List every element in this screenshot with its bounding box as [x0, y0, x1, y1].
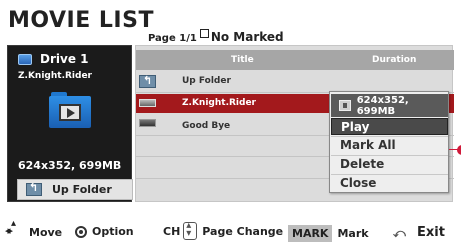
footer-option: Option — [75, 225, 134, 238]
drive-label: Drive 1 — [18, 52, 88, 66]
menu-item-mark-all[interactable]: Mark All — [331, 137, 448, 154]
pointer-dot-icon — [457, 145, 461, 155]
footer-mark-label: Mark — [337, 227, 369, 240]
popup-info-text: 624x352, 699MB — [356, 94, 409, 117]
info-icon — [339, 100, 351, 111]
list-header: Title Duration — [136, 50, 454, 70]
page-title: MOVIE LIST — [8, 8, 154, 33]
mark-checkbox-icon — [199, 29, 209, 38]
popup-file-info: 624x352, 699MB — [331, 94, 448, 117]
footer-page-change-label: Page Change — [202, 224, 284, 238]
page-number: Page 1/1 — [148, 33, 197, 44]
device-info-panel: Drive 1 Z.Knight.Rider 624x352, 699MB Up… — [7, 45, 133, 202]
exit-icon: ⤺ — [393, 225, 406, 240]
channel-updown-icon — [183, 220, 198, 240]
file-resolution-size: 624x352, 699MB — [18, 159, 122, 172]
footer-move: Move — [5, 218, 63, 239]
footer-move-label: Move — [29, 225, 63, 239]
footer-help-bar: Move Option CH Page Change MARK Mark ⤺ E… — [0, 218, 461, 244]
list-item-up-folder[interactable]: Up Folder — [136, 72, 454, 91]
list-item-title: Good Bye — [182, 121, 231, 131]
footer-exit-label: Exit — [417, 225, 445, 240]
footer-page-change: CH Page Change — [163, 220, 284, 240]
folder-play-icon — [49, 92, 91, 128]
mark-key-badge: MARK — [288, 225, 333, 242]
up-folder-button[interactable]: Up Folder — [17, 179, 133, 200]
selected-file-name: Z.Knight.Rider — [18, 71, 92, 81]
up-folder-icon — [26, 181, 42, 196]
column-title: Title — [231, 55, 254, 65]
footer-mark: MARK Mark — [288, 225, 369, 242]
move-arrows-icon — [5, 218, 26, 239]
column-duration: Duration — [372, 55, 417, 65]
option-circle-icon — [75, 225, 87, 238]
marked-count: No Marked — [210, 30, 284, 44]
footer-option-label: Option — [92, 225, 134, 238]
list-item-title: Up Folder — [182, 76, 231, 86]
menu-item-play[interactable]: Play — [331, 118, 448, 135]
page-indicator: Page 1/1 No Marked — [148, 29, 284, 44]
footer-ch-label: CH — [163, 224, 181, 238]
up-folder-button-label: Up Folder — [52, 183, 112, 196]
movie-file-icon — [139, 99, 156, 107]
menu-item-delete[interactable]: Delete — [331, 156, 448, 173]
footer-exit: ⤺ Exit — [393, 225, 445, 240]
up-folder-icon — [139, 74, 156, 88]
movie-file-icon — [139, 119, 156, 127]
list-item-title: Z.Knight.Rider — [182, 98, 256, 108]
drive-icon — [18, 53, 32, 65]
option-popup-menu: 624x352, 699MB Play Mark All Delete Clos… — [329, 91, 449, 193]
drive-name: Drive 1 — [40, 52, 89, 66]
menu-item-close[interactable]: Close — [331, 175, 448, 192]
